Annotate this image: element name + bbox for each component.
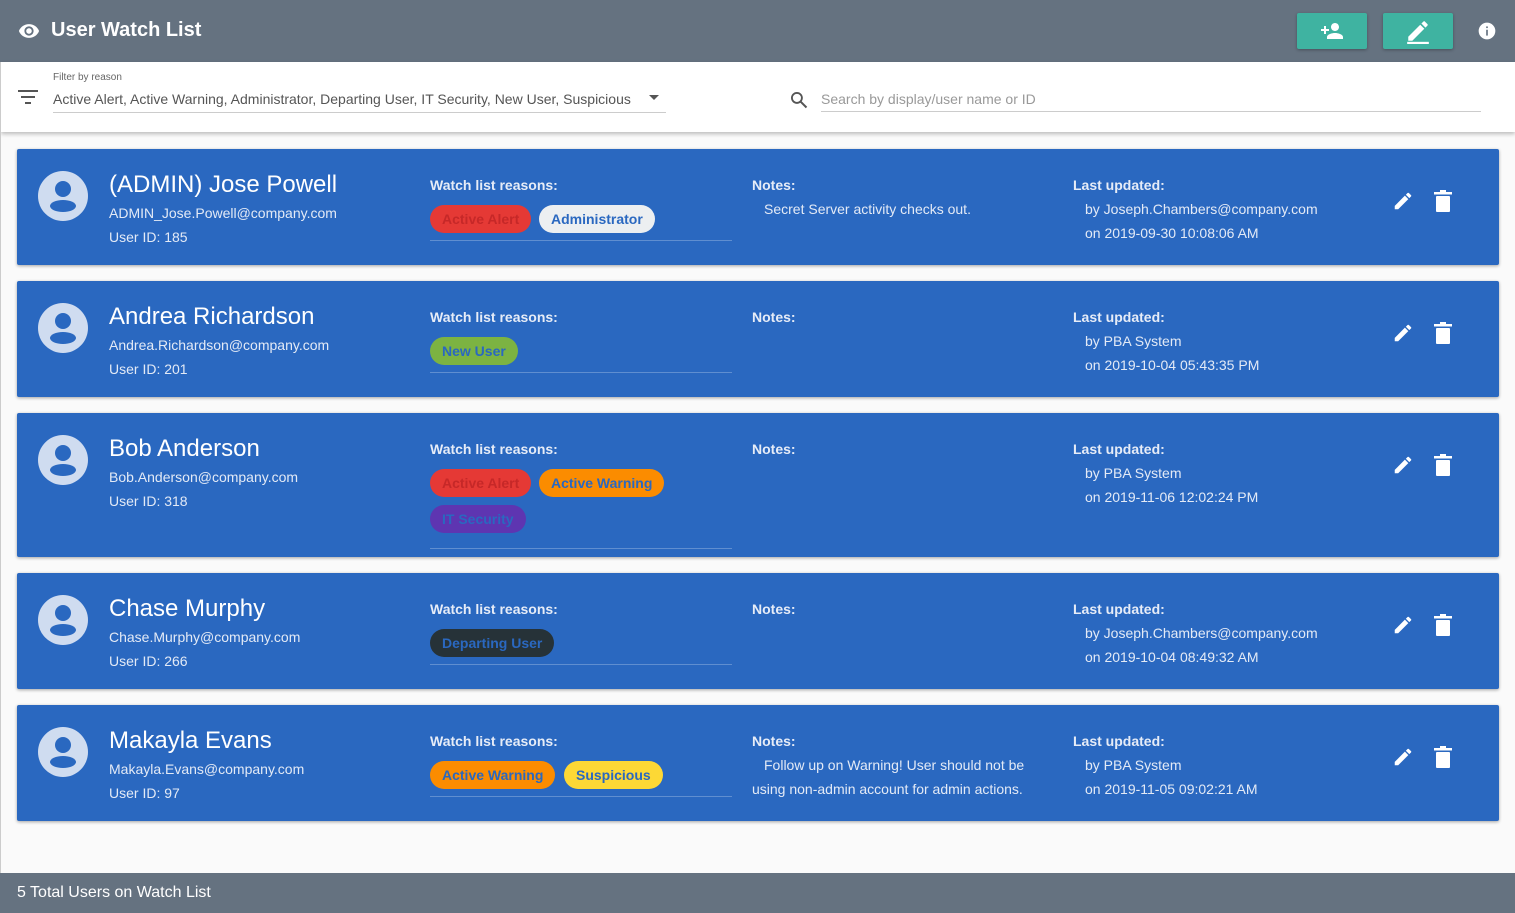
reason-chip: Active Warning (430, 761, 556, 789)
updated-on: on 2019-09-30 10:08:06 AM (1085, 225, 1259, 241)
user-id: User ID: 318 (109, 493, 188, 509)
user-id: User ID: 97 (109, 785, 180, 801)
user-email: Andrea.Richardson@company.com (109, 337, 330, 353)
user-name: Makayla Evans (109, 727, 272, 754)
user-name: Chase Murphy (109, 595, 266, 622)
reason-chip: Active Warning (539, 469, 665, 497)
notes-label: Notes: (752, 177, 796, 193)
watchlist-card: Andrea Richardson Andrea.Richardson@compa… (17, 281, 1499, 397)
footer: 5 Total Users on Watch List (0, 873, 1515, 913)
search-input[interactable] (821, 86, 1481, 112)
user-email: ADMIN_Jose.Powell@company.com (109, 205, 337, 221)
reason-filter-select[interactable]: Active Alert, Active Warning, Administra… (53, 91, 631, 107)
edit-icon (1407, 21, 1429, 44)
page-title: User Watch List (51, 19, 202, 41)
notes-label: Notes: (752, 441, 796, 457)
user-id: User ID: 185 (109, 229, 188, 245)
avatar (38, 171, 88, 221)
info-icon[interactable] (1477, 21, 1497, 41)
reasons-label: Watch list reasons: (430, 309, 558, 325)
filter-icon[interactable] (18, 90, 38, 104)
avatar (38, 303, 88, 353)
edit-icon[interactable] (1392, 746, 1414, 768)
edit-icon[interactable] (1392, 454, 1414, 476)
updated-label: Last updated: (1073, 601, 1165, 617)
divider (0, 62, 1, 873)
avatar (38, 727, 88, 777)
updated-on: on 2019-10-04 08:49:32 AM (1085, 649, 1259, 665)
app-header: User Watch List (0, 0, 1515, 62)
avatar (38, 435, 88, 485)
total-users-count: 5 Total Users on Watch List (17, 884, 211, 901)
updated-by: by Joseph.Chambers@company.com (1085, 201, 1318, 217)
user-name: Bob Anderson (109, 435, 260, 462)
reason-chip: IT Security (430, 505, 526, 533)
delete-icon[interactable] (1434, 190, 1452, 212)
updated-by: by PBA System (1085, 333, 1182, 349)
edit-list-button[interactable] (1383, 13, 1453, 49)
watchlist-card: Chase Murphy Chase.Murphy@company.com User… (17, 573, 1499, 689)
updated-by: by PBA System (1085, 757, 1182, 773)
user-name: Andrea Richardson (109, 303, 315, 330)
watchlist-card: Bob Anderson Bob.Anderson@company.com User… (17, 413, 1499, 557)
updated-label: Last updated: (1073, 309, 1165, 325)
reasons-label: Watch list reasons: (430, 177, 558, 193)
updated-by: by Joseph.Chambers@company.com (1085, 625, 1318, 641)
watchlist-card: (ADMIN) Jose Powell ADMIN_Jose.Powell@com… (17, 149, 1499, 265)
reasons-label: Watch list reasons: (430, 601, 558, 617)
edit-icon[interactable] (1392, 614, 1414, 636)
updated-on: on 2019-10-04 05:43:35 PM (1085, 357, 1260, 373)
avatar (38, 595, 88, 645)
reason-chip: Active Alert (430, 205, 532, 233)
updated-on: on 2019-11-05 09:02:21 AM (1085, 781, 1258, 797)
note-text: Secret Server activity checks out. (764, 201, 971, 217)
note-text: using non-admin account for admin action… (752, 781, 1023, 797)
updated-by: by PBA System (1085, 465, 1182, 481)
user-id: User ID: 266 (109, 653, 188, 669)
chevron-down-icon[interactable] (649, 95, 659, 100)
filter-underline (53, 112, 666, 113)
filter-caption: Filter by reason (53, 72, 122, 83)
edit-icon[interactable] (1392, 190, 1414, 212)
watchlist-card: Makayla Evans Makayla.Evans@company.com Us… (17, 705, 1499, 821)
reason-chip: Departing User (430, 629, 555, 657)
delete-icon[interactable] (1434, 746, 1452, 768)
delete-icon[interactable] (1434, 322, 1452, 344)
user-id: User ID: 201 (109, 361, 188, 377)
user-email: Chase.Murphy@company.com (109, 629, 301, 645)
note-text: Follow up on Warning! User should not be (764, 757, 1025, 773)
notes-label: Notes: (752, 309, 796, 325)
updated-on: on 2019-11-06 12:02:24 PM (1085, 489, 1259, 505)
reason-chip: Active Alert (430, 469, 532, 497)
reason-chip: Suspicious (564, 761, 663, 789)
reason-chip: Administrator (539, 205, 655, 233)
notes-label: Notes: (752, 733, 796, 749)
eye-icon (18, 24, 40, 38)
add-user-icon (1321, 23, 1343, 39)
user-email: Makayla.Evans@company.com (109, 761, 305, 777)
notes-label: Notes: (752, 601, 796, 617)
reasons-label: Watch list reasons: (430, 733, 558, 749)
user-email: Bob.Anderson@company.com (109, 469, 299, 485)
updated-label: Last updated: (1073, 441, 1165, 457)
updated-label: Last updated: (1073, 177, 1165, 193)
add-user-button[interactable] (1297, 13, 1367, 49)
delete-icon[interactable] (1434, 614, 1452, 636)
updated-label: Last updated: (1073, 733, 1165, 749)
search-icon (791, 92, 808, 109)
reason-chip: New User (430, 337, 518, 365)
user-name: (ADMIN) Jose Powell (109, 171, 338, 198)
delete-icon[interactable] (1434, 454, 1452, 476)
reasons-label: Watch list reasons: (430, 441, 558, 457)
edit-icon[interactable] (1392, 322, 1414, 344)
